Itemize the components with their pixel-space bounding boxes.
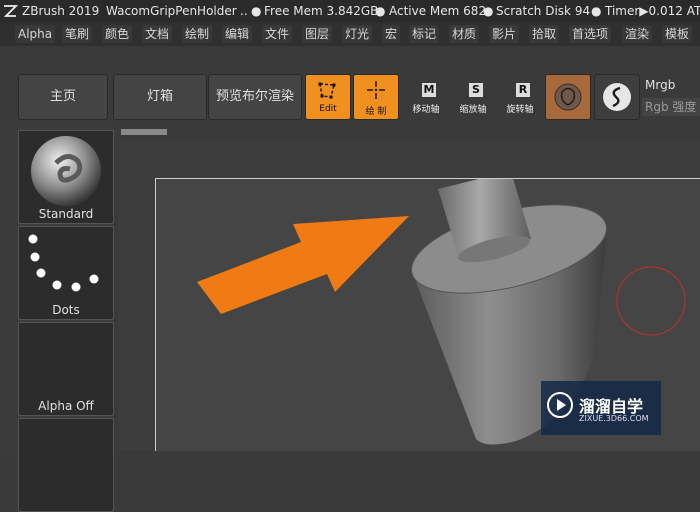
menu-picker[interactable]: 拾取 bbox=[529, 25, 560, 43]
standard-brush-label: Standard bbox=[38, 207, 94, 221]
dots-stroke-slot[interactable]: Dots bbox=[18, 226, 114, 320]
menu-brush[interactable]: 笔刷 bbox=[62, 25, 93, 43]
edit-button[interactable]: Edit bbox=[305, 74, 351, 120]
free-mem-dot-icon: ● bbox=[251, 4, 262, 18]
alpha-off-label: Alpha Off bbox=[38, 399, 94, 413]
menu-edit[interactable]: 编辑 bbox=[222, 25, 253, 43]
lightbox-button-label: 灯箱 bbox=[146, 89, 173, 104]
draw-label: 绘 制 bbox=[365, 107, 387, 117]
alpha-off-slot[interactable]: Alpha Off bbox=[18, 322, 114, 416]
draw-button[interactable]: 绘 制 bbox=[353, 74, 399, 120]
preview-render-label: 预览布尔渲染 bbox=[215, 89, 294, 104]
rotate-key-icon: R bbox=[516, 83, 530, 97]
menu-stencil[interactable]: 模板 bbox=[662, 25, 693, 43]
menu-draw[interactable]: 绘制 bbox=[182, 25, 213, 43]
menu-macro[interactable]: 宏 bbox=[382, 25, 401, 43]
move-button[interactable]: M 移动轴 bbox=[402, 74, 450, 120]
orange-arrow-icon bbox=[197, 216, 409, 314]
title-bar: ZBrush 2019 WacomGripPenHolder .. ● Free… bbox=[0, 0, 700, 22]
menu-alpha[interactable]: Alpha bbox=[15, 25, 56, 43]
menu-movie[interactable]: 影片 bbox=[489, 25, 520, 43]
standard-brush-slot[interactable]: Standard bbox=[18, 130, 114, 224]
watermark-url: ZIXUE.3D66.COM bbox=[579, 414, 649, 423]
title-separator: .. bbox=[240, 4, 248, 18]
watermark-badge: 溜溜自学 ZIXUE.3D66.COM bbox=[541, 381, 661, 435]
move-key-icon: M bbox=[422, 83, 436, 97]
menu-file[interactable]: 文件 bbox=[262, 25, 293, 43]
scale-button[interactable]: S 缩放轴 bbox=[449, 74, 497, 120]
standard-brush-icon bbox=[31, 136, 101, 206]
zbrush-logo-icon bbox=[2, 0, 19, 22]
home-button-label: 主页 bbox=[49, 89, 76, 104]
material-sphere-icon bbox=[554, 83, 582, 111]
move-label: 移动轴 bbox=[412, 105, 440, 115]
color-sphere-icon bbox=[603, 83, 631, 111]
menu-marker[interactable]: 标记 bbox=[409, 25, 440, 43]
device-name: WacomGripPenHolder bbox=[106, 4, 237, 18]
mrgb-toggle[interactable]: Mrgb bbox=[645, 78, 675, 92]
timer-dot-icon: ● bbox=[591, 4, 602, 18]
edit-icon bbox=[318, 82, 336, 99]
rotate-label: 旋转轴 bbox=[506, 105, 534, 115]
play-logo-icon bbox=[547, 392, 573, 418]
scale-key-icon: S bbox=[469, 83, 483, 97]
free-mem-readout: Free Mem 3.842GB bbox=[264, 4, 379, 18]
menu-light[interactable]: 灯光 bbox=[342, 25, 373, 43]
home-button[interactable]: 主页 bbox=[18, 74, 108, 120]
edit-label: Edit bbox=[319, 104, 337, 114]
menu-render[interactable]: 渲染 bbox=[622, 25, 653, 43]
material-preview-button[interactable] bbox=[545, 74, 591, 120]
rotate-button[interactable]: R 旋转轴 bbox=[496, 74, 544, 120]
scratch-dot-icon: ● bbox=[483, 4, 494, 18]
menu-color[interactable]: 颜色 bbox=[102, 25, 133, 43]
dots-stroke-icon bbox=[28, 234, 99, 292]
lightbox-button[interactable]: 灯箱 bbox=[113, 74, 207, 120]
app-title: ZBrush 2019 bbox=[22, 4, 100, 18]
menu-bar: Alpha 笔刷 颜色 文档 绘制 编辑 文件 图层 灯光 宏 标记 材质 影片… bbox=[0, 22, 700, 46]
rgb-intensity-slider[interactable]: Rgb 强度 bbox=[642, 98, 700, 116]
active-mem-dot-icon: ● bbox=[375, 4, 386, 18]
timer-readout: Timer▶0.012 ATim bbox=[605, 4, 700, 18]
menu-document[interactable]: 文档 bbox=[142, 25, 173, 43]
scratch-disk-readout: Scratch Disk 94 bbox=[496, 4, 591, 18]
scale-label: 缩放轴 bbox=[459, 105, 487, 115]
color-swatch-button[interactable] bbox=[594, 74, 640, 120]
top-shelf: 主页 灯箱 预览布尔渲染 Edit 绘 制 M 移动轴 S 缩放轴 R 旋转轴 bbox=[0, 46, 700, 126]
menu-preferences[interactable]: 首选项 bbox=[569, 25, 612, 43]
draw-crosshair-icon bbox=[367, 81, 385, 99]
active-mem-readout: Active Mem 682 bbox=[389, 4, 487, 18]
menu-material[interactable]: 材质 bbox=[449, 25, 480, 43]
dots-stroke-label: Dots bbox=[52, 303, 80, 317]
preview-render-button[interactable]: 预览布尔渲染 bbox=[208, 74, 302, 120]
menu-layer[interactable]: 图层 bbox=[302, 25, 333, 43]
texture-slot[interactable] bbox=[18, 418, 114, 512]
left-tray: Standard Dots Alpha Off bbox=[0, 126, 116, 512]
canvas-scrollbar-tab[interactable] bbox=[121, 129, 167, 135]
